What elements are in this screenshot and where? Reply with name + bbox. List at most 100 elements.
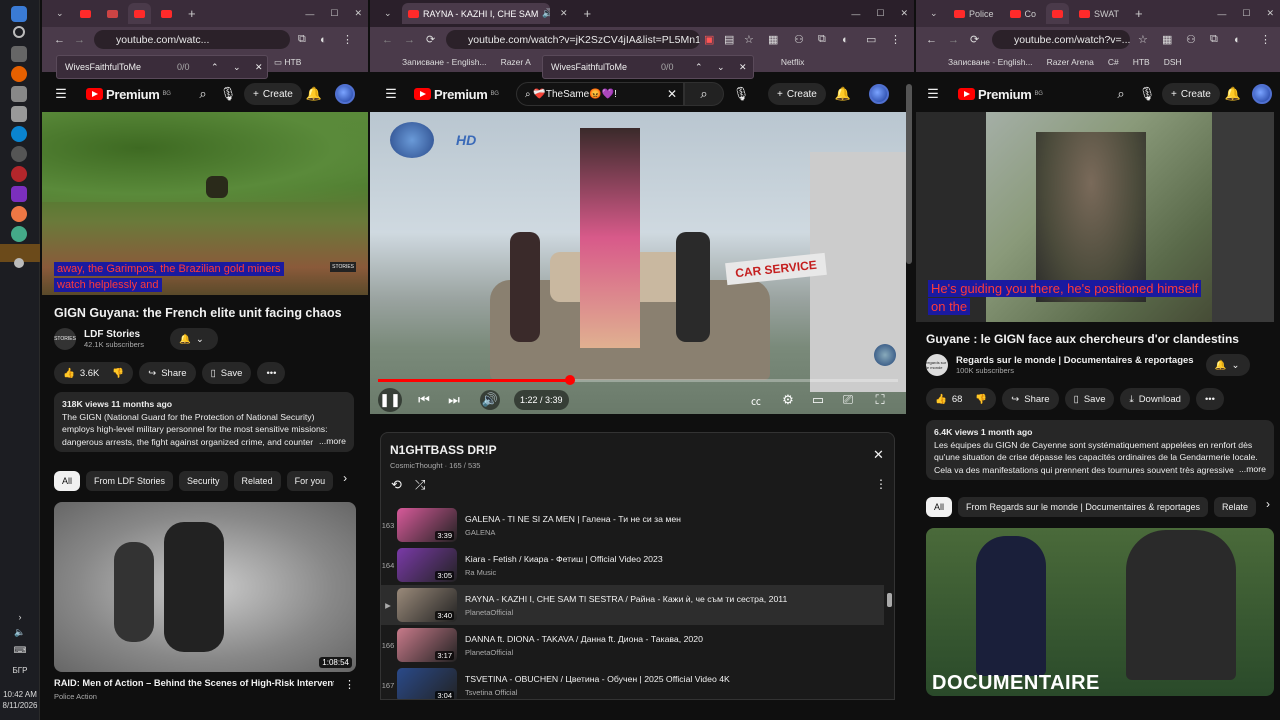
app-icon[interactable] <box>14 258 24 268</box>
back-icon[interactable]: ← <box>382 34 393 46</box>
find-input[interactable]: WivesFaithfulToMe <box>551 62 627 72</box>
extension-icon[interactable]: ▦ <box>1162 33 1172 46</box>
onenote-icon[interactable] <box>11 186 27 202</box>
bookmark-item[interactable]: Netflix <box>781 57 805 67</box>
notifications-icon[interactable]: 🔔 <box>834 85 852 103</box>
forward-icon[interactable]: → <box>74 34 85 46</box>
url-field[interactable]: youtube.com/watch?v=... <box>992 30 1130 49</box>
find-prev-icon[interactable]: ⌃ <box>695 62 703 73</box>
thumbs-down-icon[interactable]: 👎 <box>975 394 987 405</box>
youtube-premium-logo[interactable]: Premium BG <box>86 87 171 102</box>
search-icon[interactable]: ⌕ <box>1112 85 1130 103</box>
loop-icon[interactable]: ⟲ <box>391 477 402 493</box>
channel-name[interactable]: LDF Stories <box>84 329 144 340</box>
create-button[interactable]: + Create <box>1162 83 1220 105</box>
bookmark-item[interactable]: Записване - English... <box>948 57 1033 67</box>
find-prev-icon[interactable]: ⌃ <box>211 62 219 73</box>
find-next-icon[interactable]: ⌄ <box>233 62 241 73</box>
bookmark-item[interactable]: НТВ <box>1133 57 1150 67</box>
save-button[interactable]: ▯ Save <box>201 362 252 384</box>
maximize-button[interactable]: ☐ <box>870 3 890 24</box>
profile-icon[interactable]: ◐ <box>320 34 327 46</box>
minimize-button[interactable]: — <box>299 3 320 24</box>
hamburger-menu-icon[interactable]: ☰ <box>382 85 400 103</box>
notifications-icon[interactable]: 🔔 <box>1224 85 1242 103</box>
find-close-icon[interactable]: ✕ <box>255 62 263 73</box>
progress-track[interactable] <box>378 375 898 385</box>
split-icon[interactable]: ▭ <box>866 33 876 46</box>
video-player[interactable]: HD CAR SERVICE ❚❚ ⏮ ⏭ 🔊 1:22 / 3:39 ㏄ ⚙ … <box>370 112 906 414</box>
miniplayer-icon[interactable]: ▭ <box>808 390 828 410</box>
star-icon[interactable]: ☆ <box>1138 33 1148 46</box>
clear-search-icon[interactable]: ✕ <box>667 87 677 101</box>
mic-icon[interactable]: 🎙 <box>732 85 750 103</box>
tab-youtube[interactable] <box>155 3 178 24</box>
clock-time[interactable]: 10:42 AM <box>0 690 40 699</box>
star-icon[interactable]: ☆ <box>744 33 754 46</box>
close-tab-icon[interactable]: ✕ <box>554 3 574 24</box>
find-next-icon[interactable]: ⌄ <box>717 62 725 73</box>
tab-active[interactable]: RAYNA - KAZHI I, CHE SAM 🔊 <box>402 3 550 24</box>
find-close-icon[interactable]: ✕ <box>739 62 747 73</box>
chrome-icon[interactable] <box>11 206 27 222</box>
like-button[interactable]: 👍 3.6K 👎 <box>54 362 134 384</box>
clock-date[interactable]: 8/11/2026 <box>0 701 40 710</box>
chevron-up-icon[interactable]: › <box>0 612 40 622</box>
share-button[interactable]: ↪ Share <box>139 362 196 384</box>
more-options-icon[interactable]: ⋮ <box>875 477 887 491</box>
menu-icon[interactable]: ⋮ <box>1260 33 1271 46</box>
chevron-right-icon[interactable]: › <box>343 471 347 491</box>
bookmark-item[interactable]: C# <box>1108 57 1119 67</box>
more-options-icon[interactable]: ⋮ <box>344 678 355 691</box>
start-icon[interactable] <box>11 6 27 22</box>
create-button[interactable]: + Create <box>768 83 826 105</box>
app-icon[interactable] <box>11 226 27 242</box>
app-icon[interactable] <box>11 106 27 122</box>
previous-button[interactable]: ⏮ <box>414 390 434 410</box>
playlist-item[interactable]: 164 3:05 Kiara - Fetish / Киара - Фетиш | … <box>381 545 884 585</box>
url-field[interactable]: youtube.com/watch?v=jK2SzCV4jIA&list=PL5… <box>446 30 700 49</box>
extension-icon[interactable]: ▦ <box>768 33 778 46</box>
app-icon[interactable] <box>11 86 27 102</box>
playlist-item[interactable]: 166 3:17 DANNA ft. DIONA - TAKAVA / Данна … <box>381 625 884 665</box>
avatar[interactable] <box>869 84 889 104</box>
scrollbar-thumb[interactable] <box>887 593 892 607</box>
create-button[interactable]: + Create <box>244 83 302 105</box>
description-box[interactable]: 6.4K views 1 month ago Les équipes du GI… <box>926 420 1274 480</box>
chip-security[interactable]: Security <box>179 471 228 491</box>
download-button[interactable]: ⤓ Download <box>1120 388 1190 410</box>
chevron-right-icon[interactable]: › <box>1266 497 1270 517</box>
search-icon[interactable] <box>13 26 25 38</box>
tab-police[interactable]: Police <box>948 3 1000 24</box>
youtube-premium-logo[interactable]: Premium BG <box>958 87 1043 102</box>
back-icon[interactable]: ← <box>926 34 937 46</box>
cast-icon[interactable]: ▣ <box>704 33 714 46</box>
close-playlist-icon[interactable]: ✕ <box>873 447 884 463</box>
bookmark-item[interactable]: Razer A <box>501 57 531 67</box>
subscribed-bell-button[interactable]: 🔔 ⌄ <box>1205 354 1250 376</box>
find-input[interactable]: WivesFaithfulToMe <box>65 62 141 72</box>
tab-co[interactable]: Co <box>1004 3 1043 24</box>
bookmark-item[interactable]: Razer Arena <box>1047 57 1094 67</box>
menu-icon[interactable]: ⋮ <box>890 33 901 46</box>
new-tab-button[interactable]: + <box>1129 3 1149 24</box>
playlist-thumbnail[interactable]: 3:17 <box>397 628 457 662</box>
new-tab-button[interactable]: + <box>578 3 598 24</box>
minimize-button[interactable]: — <box>1211 3 1232 24</box>
reader-icon[interactable]: ▤ <box>724 33 734 46</box>
channel-name[interactable]: Regards sur le monde | Documentaires & r… <box>956 355 1194 366</box>
extensions-icon[interactable]: ⧉ <box>818 33 826 46</box>
cast-icon[interactable]: ⎚ <box>838 390 858 410</box>
settings-gear-icon[interactable]: ⚙ <box>778 390 798 410</box>
extension-icon[interactable]: ⚇ <box>1186 33 1196 46</box>
hamburger-menu-icon[interactable]: ☰ <box>52 85 70 103</box>
extensions-icon[interactable]: ⧉ <box>298 33 306 46</box>
tab-swat[interactable]: SWAT <box>1073 3 1125 24</box>
mic-icon[interactable]: 🎙 <box>1138 85 1156 103</box>
chip-related[interactable]: Relate <box>1213 497 1256 517</box>
tab-list-icon[interactable]: ⌄ <box>50 3 70 24</box>
playlist-thumbnail[interactable]: 3:39 <box>397 508 457 542</box>
bookmark-folder-icon[interactable]: ▭ НТВ <box>274 57 301 68</box>
more-actions-button[interactable]: ••• <box>1195 388 1224 410</box>
search-button[interactable]: ⌕ <box>684 82 724 106</box>
